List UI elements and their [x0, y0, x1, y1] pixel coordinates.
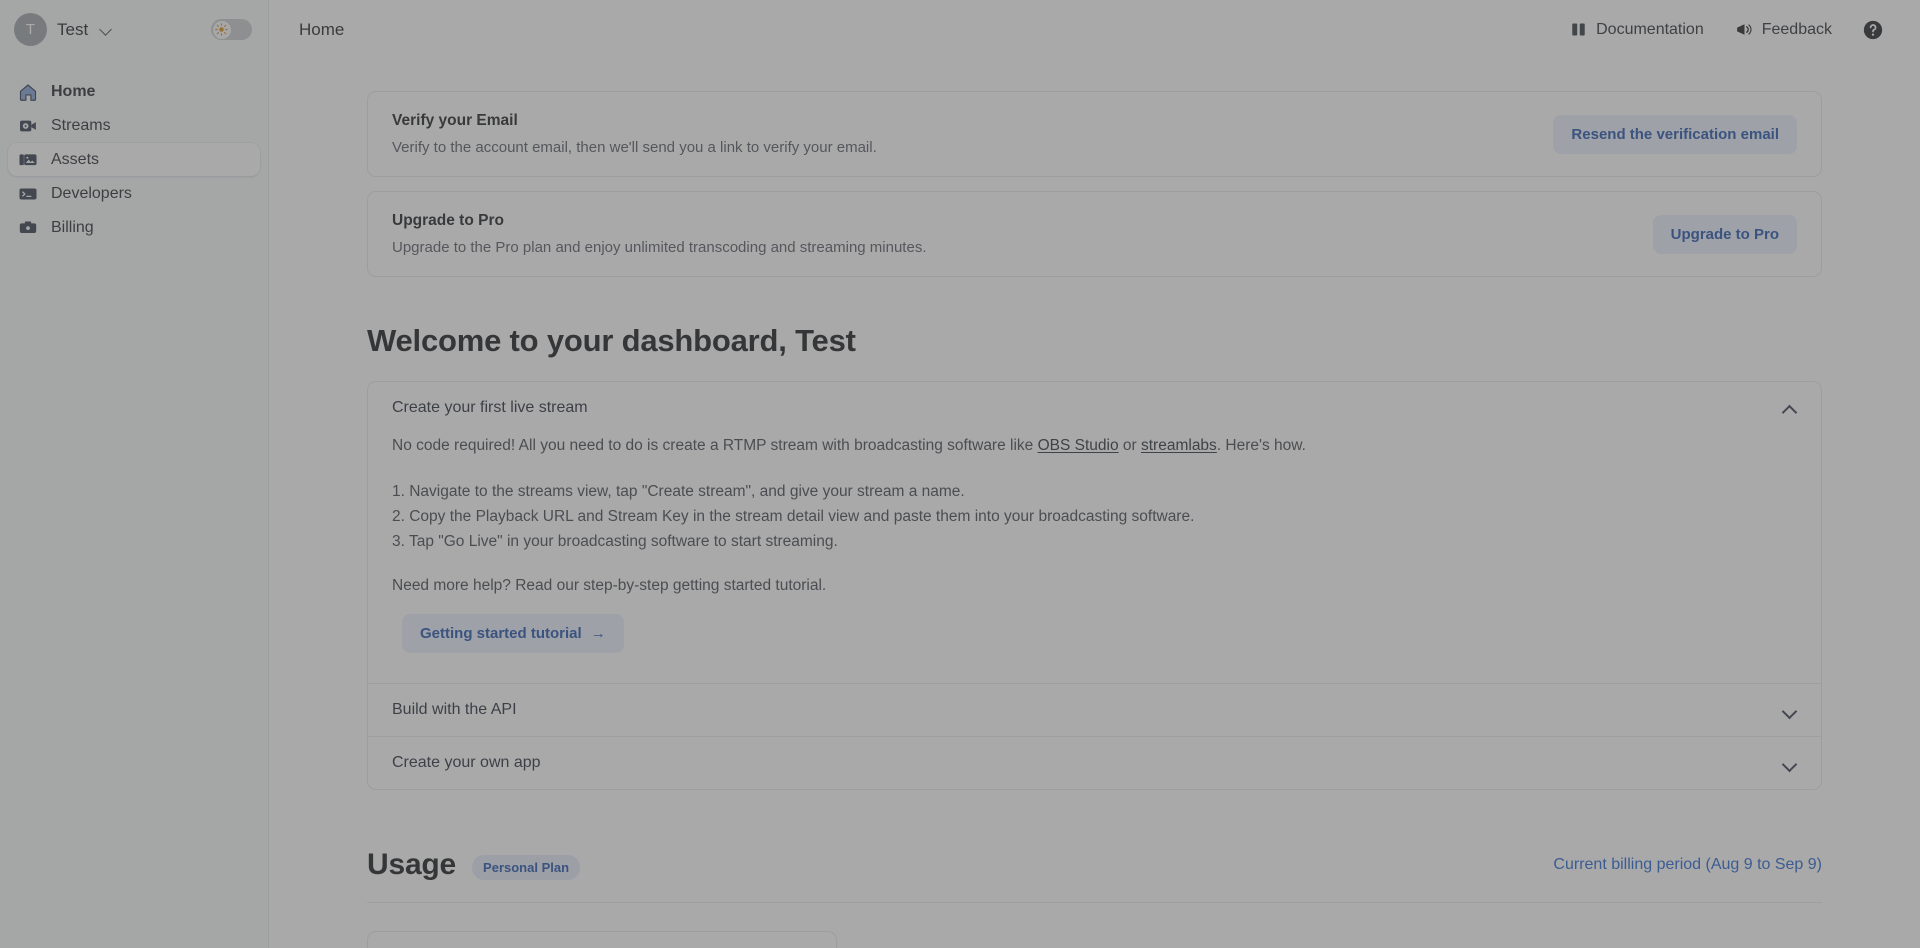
current-billing-period-link[interactable]: Current billing period (Aug 9 to Sep 9): [1553, 856, 1822, 874]
arrow-right-icon: →: [591, 625, 606, 642]
accordion-intro: No code required! All you need to do is …: [392, 434, 1797, 457]
accordion-title: Build with the API: [392, 701, 517, 719]
terminal-icon: [18, 184, 38, 204]
accordion-section-own-app: Create your own app: [368, 736, 1821, 789]
accordion-steps: 1. Navigate to the streams view, tap "Cr…: [392, 479, 1797, 554]
step-item: 3. Tap "Go Live" in your broadcasting so…: [392, 529, 1797, 554]
notice-title: Verify your Email: [392, 112, 1553, 130]
notice-text: Upgrade to Pro Upgrade to the Pro plan a…: [392, 212, 1653, 256]
sidebar-item-billing[interactable]: Billing: [8, 211, 260, 244]
sidebar-item-developers[interactable]: Developers: [8, 177, 260, 210]
sidebar-item-assets[interactable]: Assets: [8, 143, 260, 176]
notice-subtitle: Verify to the account email, then we'll …: [392, 139, 1553, 156]
usage-title: Usage: [367, 848, 456, 882]
usage-card-transcoding-minutes: Transcoding minutes 0.00 / 1000: [367, 931, 837, 948]
sidebar-item-home[interactable]: Home: [8, 75, 260, 108]
breadcrumb[interactable]: Home: [299, 20, 344, 40]
sidebar-item-label: Streams: [51, 117, 111, 135]
intro-text-b: or: [1119, 437, 1141, 454]
accordion-section-build-api: Build with the API: [368, 683, 1821, 736]
tutorial-button-label: Getting started tutorial: [420, 625, 582, 642]
org-name: Test: [57, 20, 88, 40]
help-circle-icon: [1862, 19, 1884, 41]
main-area: Home Documentation Feedback: [269, 0, 1920, 948]
documentation-link[interactable]: Documentation: [1570, 21, 1704, 39]
documentation-label: Documentation: [1596, 21, 1704, 39]
sidebar-item-label: Home: [51, 83, 95, 101]
accordion-help-text: Need more help? Read our step-by-step ge…: [392, 577, 1797, 595]
notice-upgrade-pro: Upgrade to Pro Upgrade to the Pro plan a…: [367, 191, 1822, 277]
upgrade-to-pro-button[interactable]: Upgrade to Pro: [1653, 215, 1797, 254]
notice-subtitle: Upgrade to the Pro plan and enjoy unlimi…: [392, 239, 1653, 256]
chevron-down-icon[interactable]: [1781, 755, 1797, 771]
usage-cards: Transcoding minutes 0.00 / 1000: [367, 931, 1822, 948]
intro-text-a: No code required! All you need to do is …: [392, 437, 1038, 454]
resend-verification-email-button[interactable]: Resend the verification email: [1553, 115, 1797, 154]
feedback-label: Feedback: [1762, 21, 1832, 39]
step-item: 1. Navigate to the streams view, tap "Cr…: [392, 479, 1797, 504]
home-icon: [18, 82, 38, 102]
chevron-up-icon[interactable]: [1781, 400, 1797, 416]
notice-verify-email: Verify your Email Verify to the account …: [367, 91, 1822, 177]
notice-text: Verify your Email Verify to the account …: [392, 112, 1553, 156]
accordion-header-live-stream[interactable]: Create your first live stream: [368, 382, 1821, 434]
obs-studio-link[interactable]: OBS Studio: [1038, 437, 1119, 454]
images-icon: [18, 150, 38, 170]
accordion-header-build-api[interactable]: Build with the API: [368, 684, 1821, 736]
book-icon: [1570, 21, 1587, 38]
sidebar-item-label: Billing: [51, 219, 94, 237]
help-button[interactable]: [1862, 19, 1884, 41]
getting-started-accordion: Create your first live stream No code re…: [367, 381, 1822, 790]
usage-header: Usage Personal Plan Current billing peri…: [367, 848, 1822, 903]
sidebar-org-switcher[interactable]: T Test: [0, 0, 268, 59]
sidebar-nav: Home Streams Assets: [0, 75, 268, 244]
sidebar-item-label: Assets: [51, 151, 99, 169]
chevron-down-icon: [100, 23, 113, 36]
content-inner: Verify your Email Verify to the account …: [367, 59, 1822, 948]
sidebar-item-streams[interactable]: Streams: [8, 109, 260, 142]
chevron-down-icon[interactable]: [1781, 702, 1797, 718]
accordion-title: Create your own app: [392, 754, 541, 772]
notice-title: Upgrade to Pro: [392, 212, 1653, 230]
step-item: 2. Copy the Playback URL and Stream Key …: [392, 504, 1797, 529]
toggle-knob: [213, 21, 231, 39]
app-root: T Test: [0, 0, 1920, 948]
theme-toggle[interactable]: [211, 19, 252, 40]
sidebar: T Test: [0, 0, 269, 948]
intro-text-c: . Here's how.: [1217, 437, 1306, 454]
plan-badge: Personal Plan: [472, 855, 580, 880]
content-scroll: Verify your Email Verify to the account …: [269, 59, 1920, 948]
feedback-link[interactable]: Feedback: [1734, 21, 1832, 39]
sun-icon: [215, 23, 228, 36]
accordion-section-live-stream: Create your first live stream No code re…: [368, 382, 1821, 683]
getting-started-tutorial-button[interactable]: Getting started tutorial →: [402, 614, 624, 653]
usage-section: Usage Personal Plan Current billing peri…: [367, 848, 1822, 948]
billing-icon: [18, 218, 38, 238]
avatar: T: [14, 13, 47, 46]
accordion-header-own-app[interactable]: Create your own app: [368, 737, 1821, 789]
accordion-title: Create your first live stream: [392, 399, 588, 417]
streamlabs-link[interactable]: streamlabs: [1141, 437, 1217, 454]
page-title: Welcome to your dashboard, Test: [367, 323, 1822, 359]
megaphone-icon: [1734, 21, 1753, 38]
video-icon: [18, 116, 38, 136]
topbar-actions: Documentation Feedback: [1570, 19, 1884, 41]
sidebar-item-label: Developers: [51, 185, 132, 203]
accordion-body-live-stream: No code required! All you need to do is …: [368, 434, 1821, 683]
topbar: Home Documentation Feedback: [269, 0, 1920, 59]
